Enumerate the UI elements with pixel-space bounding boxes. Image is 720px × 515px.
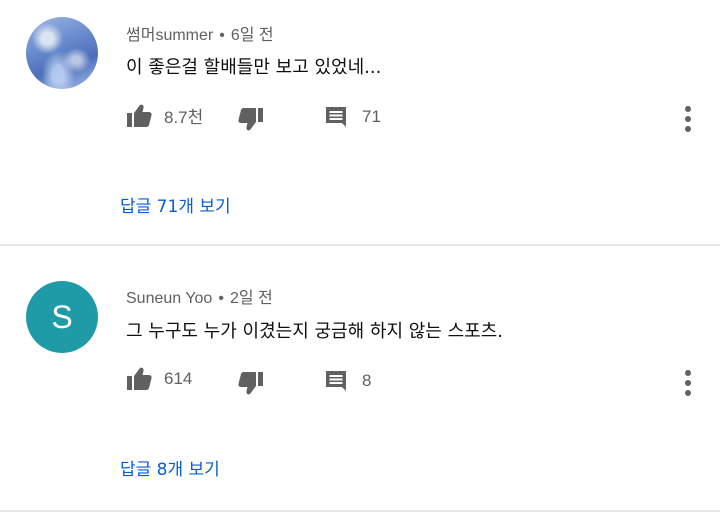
dislike-button[interactable] [238,107,264,131]
reply-button[interactable]: 8 [324,369,371,393]
meta-separator: • [219,27,225,44]
more-vert-icon [685,106,691,132]
reply-button[interactable]: 71 [324,105,381,129]
comment-item: 썸머summer • 6일 전 이 좋은걸 할배들만 보고 있었네... 8.7천 … [0,0,720,245]
thumbs-down-icon [238,372,263,395]
like-button[interactable]: 8.7천 [126,103,203,128]
comment-actions: 614 8 [126,367,686,397]
meta-separator: • [218,290,224,307]
reply-count: 8 [362,371,372,390]
author-name[interactable]: 썸머summer [126,27,213,44]
comment-text: 이 좋은걸 할배들만 보고 있었네... [126,57,382,78]
avatar[interactable] [26,17,98,89]
comment-item: S Suneun Yoo • 2일 전 그 누구도 누가 이겼는지 궁금해 하지 않… [0,247,720,513]
more-actions-button[interactable] [678,368,698,398]
avatar[interactable]: S [26,281,98,353]
comment-actions: 8.7천 71 [126,103,686,133]
like-count: 614 [164,369,193,388]
divider [0,244,720,246]
divider [0,510,720,512]
more-vert-icon [685,370,691,396]
reply-count: 71 [362,107,381,126]
comment-text: 그 누구도 누가 이겼는지 궁금해 하지 않는 스포츠. [126,321,503,342]
thumbs-down-icon [238,108,263,131]
like-button[interactable]: 614 [126,367,192,391]
like-count: 8.7천 [164,108,204,127]
thumbs-up-icon [127,104,152,127]
view-replies-link[interactable]: 답글 71개 보기 [120,192,231,217]
more-actions-button[interactable] [678,104,698,134]
author-name[interactable]: Suneun Yoo [126,290,212,307]
dislike-button[interactable] [238,371,264,395]
comment-meta: Suneun Yoo • 2일 전 [126,284,273,308]
avatar-letter: S [51,298,73,335]
view-replies-link[interactable]: 답글 8개 보기 [120,455,220,480]
reply-comment-icon [326,107,346,127]
comment-time[interactable]: 2일 전 [230,290,273,307]
comment-time[interactable]: 6일 전 [231,27,274,44]
reply-comment-icon [326,371,346,391]
thumbs-up-icon [127,367,152,390]
comment-meta: 썸머summer • 6일 전 [126,21,274,45]
